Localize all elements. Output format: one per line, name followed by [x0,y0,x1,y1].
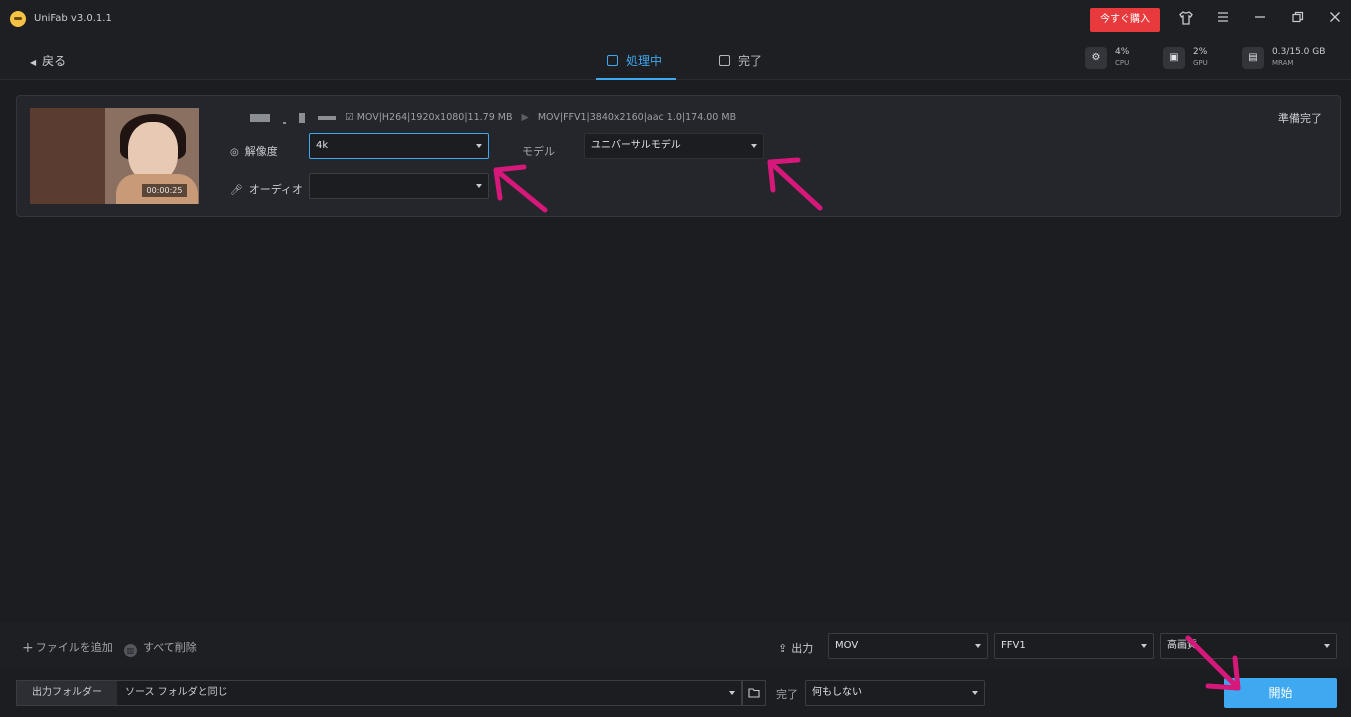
complete-action-select[interactable]: 何もしない [805,680,985,706]
chevron-down-icon [476,144,482,148]
microphone-icon: 🎤︎ [230,185,243,196]
gpu-label: GPU [1193,59,1208,67]
chevron-down-icon [1141,644,1147,648]
cpu-stat: 4% CPU [1115,47,1129,68]
quality-select[interactable]: 高画質 [1160,633,1337,659]
edit-tool-icon[interactable] [250,113,270,122]
memory-icon: ▤ [1242,47,1264,69]
mram-label: MRAM [1272,59,1294,67]
output-row: ⇪ 出力 [778,640,813,656]
model-select[interactable]: ユニバーサルモデル [584,133,764,159]
resolution-select[interactable]: 4k [309,133,489,159]
app-logo-icon [10,11,26,27]
target-info: MOV|FFV1|3840x2160|aac 1.0|174.00 MB [537,112,737,123]
minimize-icon[interactable] [1251,10,1269,28]
folder-browse-button[interactable] [742,680,766,706]
model-value: ユニバーサルモデル [591,140,681,151]
trim-tool-icon[interactable] [283,122,287,124]
format-select[interactable]: MOV [828,633,988,659]
gpu-value: 2% [1193,47,1208,57]
chevron-down-icon [476,184,482,188]
back-label: 戻る [42,54,67,68]
folder-icon [748,686,760,700]
thumbnail-bg-left [30,108,105,204]
complete-action-value: 何もしない [812,687,862,698]
chevron-down-icon [975,644,981,648]
complete-label: 完了 [776,688,798,701]
upload-icon: ⇪ [778,642,788,655]
output-folder-label: 出力フォルダー [16,680,118,706]
thumbnail-face [128,122,178,182]
add-file-button[interactable]: + ファイルを追加 [22,639,113,656]
cpu-icon: ⚙ [1085,47,1107,69]
menu-icon[interactable] [1214,10,1232,28]
format-value: MOV [835,640,859,651]
arrow-right-icon: ▶ [521,112,529,123]
mram-stat: 0.3/15.0 GB MRAM [1272,47,1325,68]
chevron-left-icon: ◀ [30,58,37,67]
codec-select[interactable]: FFV1 [994,633,1154,659]
tab-processing[interactable]: 処理中 [607,52,662,69]
checkbox-icon [719,55,730,66]
close-icon[interactable] [1326,10,1344,28]
delete-all-label: すべて削除 [143,641,197,654]
back-button[interactable]: ◀ 戻る [30,52,66,69]
delete-all-button[interactable]: ▥ すべて削除 [124,639,197,657]
nav-bar [0,38,1351,80]
quality-value: 高画質 [1167,640,1197,651]
media-info-line: ☑ MOV|H264|1920x1080|11.79 MB ▶ MOV|FFV1… [250,112,736,124]
app-title: UniFab v3.0.1.1 [34,13,112,24]
add-file-label: ファイルを追加 [35,641,113,654]
resolution-label: 解像度 [244,145,278,158]
edit-checkbox-icon[interactable]: ☑ [345,112,354,123]
gpu-stat: 2% GPU [1193,47,1208,68]
tab-complete[interactable]: 完了 [719,52,762,69]
mram-value: 0.3/15.0 GB [1272,47,1326,57]
audio-select[interactable] [309,173,489,199]
audio-row: 🎤︎ オーディオ [230,181,303,197]
thumbnail-duration: 00:00:25 [142,184,187,197]
tab-processing-label: 処理中 [626,54,663,68]
resolution-row: ◎ 解像度 [230,143,278,159]
chevron-down-icon [729,691,735,695]
output-label: 出力 [791,642,814,655]
buy-now-button[interactable]: 今すぐ購入 [1090,8,1160,32]
resolution-value: 4k [316,140,329,151]
codec-value: FFV1 [1001,640,1026,651]
chevron-down-icon [751,144,757,148]
trash-icon: ▥ [124,644,137,657]
active-tab-indicator [596,78,676,80]
task-status: 準備完了 [1278,112,1322,125]
resolution-icon: ◎ [230,147,239,158]
gpu-icon: ▣ [1163,47,1185,69]
subtitle-tool-icon[interactable] [318,115,337,120]
output-folder-select[interactable]: ソース フォルダと同じ [117,680,742,706]
chevron-down-icon [972,691,978,695]
restore-icon[interactable] [1289,10,1307,28]
cpu-value: 4% [1115,47,1130,57]
source-info: MOV|H264|1920x1080|11.79 MB [356,112,513,123]
audio-label: オーディオ [248,183,303,196]
cpu-label: CPU [1115,59,1130,67]
processing-list-icon [607,55,618,66]
tab-complete-label: 完了 [738,54,763,68]
shirt-icon[interactable] [1177,10,1195,28]
start-button[interactable]: 開始 [1224,678,1337,708]
chevron-down-icon [1324,644,1330,648]
video-thumbnail[interactable]: 00:00:25 [30,108,199,204]
output-folder-value: ソース フォルダと同じ [125,687,228,698]
crop-tool-icon[interactable] [299,112,306,123]
model-label: モデル [522,145,555,158]
plus-icon: + [22,640,34,656]
